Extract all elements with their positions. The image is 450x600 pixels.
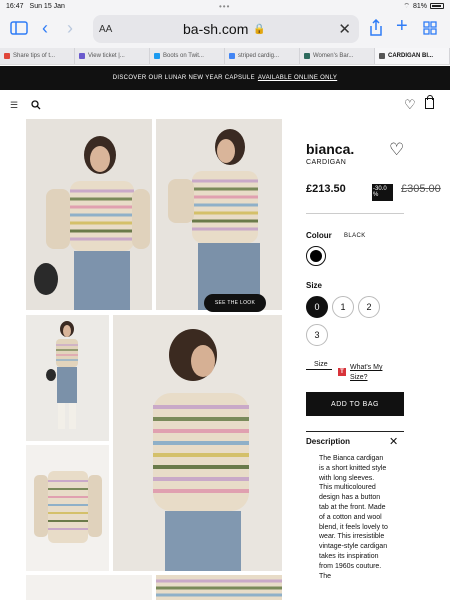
product-photo-back[interactable] <box>113 315 282 571</box>
product-photo-flat[interactable] <box>26 445 109 571</box>
hamburger-icon[interactable]: ☰ <box>10 100 18 111</box>
product-name: bianca. <box>306 141 355 157</box>
see-the-look-button[interactable]: SEE THE LOOK <box>204 294 266 312</box>
description-title[interactable]: Description <box>306 437 350 446</box>
original-price: £305.00 <box>401 183 441 195</box>
size-option-1[interactable]: 1 <box>332 296 354 318</box>
browser-tab[interactable]: View ticket |... <box>75 48 150 64</box>
status-date: Sun 15 Jan <box>29 2 65 10</box>
discount-badge: -30.0 % <box>372 184 393 201</box>
size-label: Size <box>306 281 323 290</box>
chevron-left-icon[interactable]: ‹ <box>42 19 48 37</box>
address-bar[interactable]: AA ba-sh.com 🔒 ✕ <box>93 15 359 43</box>
browser-tab[interactable]: CARDIGAN BI... <box>375 48 450 64</box>
size-option-3[interactable]: 3 <box>306 324 328 346</box>
tab-label: CARDIGAN BI... <box>388 53 433 59</box>
search-icon[interactable] <box>31 97 41 115</box>
colour-value: BLACK <box>344 233 366 239</box>
size-tool-icon: T <box>338 368 346 376</box>
browser-tab[interactable]: striped cardig... <box>225 48 300 64</box>
tab-label: Share tips of t... <box>13 53 56 59</box>
browser-tab[interactable]: Share tips of t... <box>0 48 75 64</box>
product-photo-thumb-6[interactable] <box>156 575 282 600</box>
close-icon[interactable]: ✕ <box>338 20 351 38</box>
product-category: CARDIGAN <box>306 159 347 166</box>
size-guide-label[interactable]: Size <box>306 361 332 370</box>
tab-favicon-icon <box>379 53 385 59</box>
wifi-icon: ⌔ <box>403 2 410 10</box>
battery-percent: 81% <box>412 2 427 10</box>
tab-label: View ticket |... <box>88 53 125 59</box>
product-photo-full[interactable] <box>26 315 109 441</box>
tab-favicon-icon <box>304 53 310 59</box>
reader-aa-button[interactable]: AA <box>99 24 112 35</box>
tab-favicon-icon <box>154 53 160 59</box>
tab-grid-icon[interactable] <box>423 21 437 39</box>
product-photo-front[interactable] <box>26 119 152 310</box>
divider <box>306 213 404 214</box>
tab-favicon-icon <box>4 53 10 59</box>
status-time: 16:47 <box>6 2 24 10</box>
colour-swatch-black[interactable] <box>306 246 326 266</box>
tab-label: Boots on Twit... <box>163 53 204 59</box>
product-photo-side[interactable] <box>156 119 282 310</box>
close-icon[interactable]: ✕ <box>389 435 398 448</box>
site-header: ☰ ♡ <box>0 90 450 118</box>
plus-icon[interactable]: + <box>396 16 408 36</box>
heart-icon[interactable]: ♡ <box>404 97 416 113</box>
status-bar: 16:47 Sun 15 Jan ••• ⌔ 81% <box>0 0 450 12</box>
size-option-2[interactable]: 2 <box>358 296 380 318</box>
address-domain: ba-sh.com <box>183 21 249 37</box>
size-guide-link[interactable]: Size <box>306 361 332 370</box>
sidebar-icon[interactable] <box>10 21 28 39</box>
colour-label: Colour <box>306 231 332 240</box>
promo-link[interactable]: AVAILABLE ONLINE ONLY <box>258 75 337 81</box>
tab-label: Women's Bar... <box>313 53 354 59</box>
tab-favicon-icon <box>79 53 85 59</box>
description-text: The Bianca cardigan is a short knitted s… <box>319 455 388 580</box>
chevron-right-icon[interactable]: › <box>67 19 73 37</box>
promo-text: DISCOVER OUR LUNAR NEW YEAR CAPSULE <box>112 75 255 81</box>
browser-toolbar: ‹ › AA ba-sh.com 🔒 ✕ + <box>0 12 450 48</box>
heart-icon[interactable]: ♡ <box>389 140 404 160</box>
tab-bar: Share tips of t... View ticket |... Boots … <box>0 48 450 65</box>
size-option-0[interactable]: 0 <box>306 296 328 318</box>
tab-label: striped cardig... <box>238 53 280 59</box>
share-icon[interactable] <box>369 18 383 41</box>
lock-icon: 🔒 <box>253 23 266 35</box>
product-price: £213.50 <box>306 183 346 195</box>
whats-my-size-link[interactable]: What's My Size? <box>350 363 392 383</box>
browser-tab[interactable]: Boots on Twit... <box>150 48 225 64</box>
battery-icon <box>430 3 444 9</box>
tab-favicon-icon <box>229 53 235 59</box>
product-photo-thumb-5[interactable] <box>26 575 152 600</box>
multitask-dots-icon[interactable]: ••• <box>219 2 230 11</box>
promo-banner: DISCOVER OUR LUNAR NEW YEAR CAPSULE AVAI… <box>0 66 450 90</box>
browser-tab[interactable]: Women's Bar... <box>300 48 375 64</box>
bag-icon[interactable] <box>425 95 434 109</box>
add-to-bag-button[interactable]: ADD TO BAG <box>306 392 404 416</box>
description-divider <box>306 431 404 432</box>
